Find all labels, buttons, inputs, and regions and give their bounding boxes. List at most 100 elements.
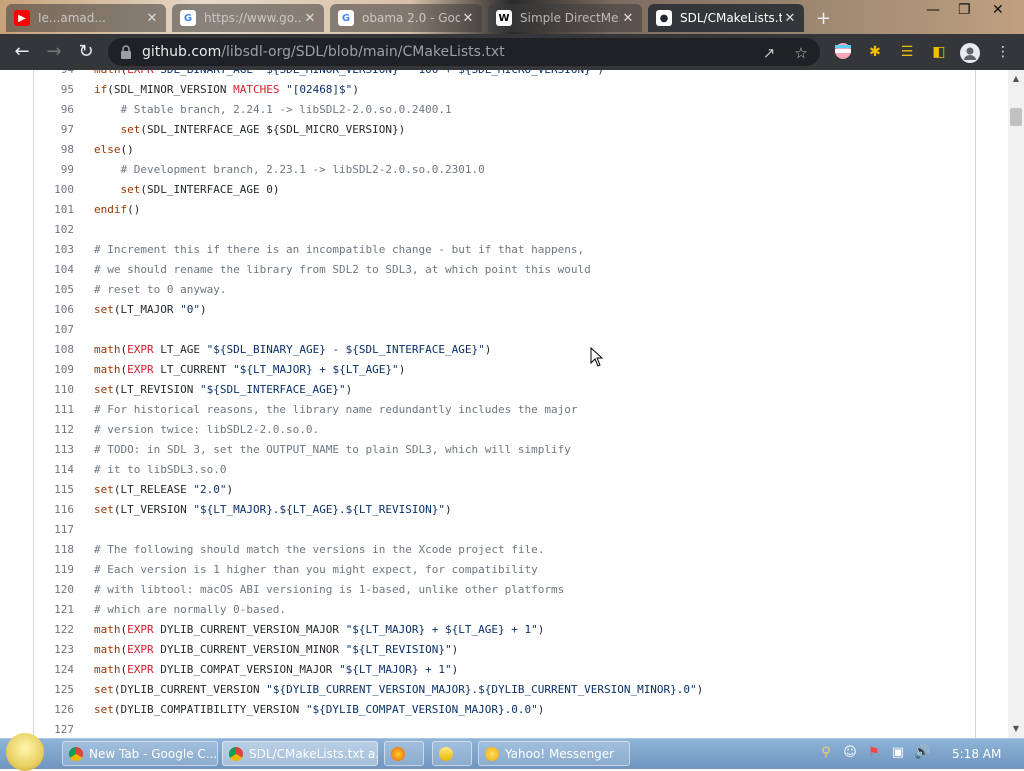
window-close-button[interactable]: ✕ [992,2,1004,18]
bookmark-star-icon[interactable]: ☆ [792,44,810,62]
taskbar-item-5[interactable]: Yahoo! Messenger [478,741,630,766]
smiley-tray-icon[interactable]: ☺ [842,745,858,761]
browser-tab-4[interactable]: W Simple DirectMe... ✕ [488,4,642,32]
share-icon[interactable]: ↗ [760,44,778,62]
google-icon: G [180,10,196,26]
reload-button[interactable]: ↻ [74,40,98,64]
line-number[interactable]: 100 [34,180,74,200]
line-number[interactable]: 126 [34,700,74,720]
line-number[interactable]: 123 [34,640,74,660]
network-icon[interactable]: ▣ [890,745,906,761]
line-number[interactable]: 118 [34,540,74,560]
line-number[interactable]: 104 [34,260,74,280]
code-line: 113 # TODO: in SDL 3, set the OUTPUT_NAME… [34,440,974,460]
code-line: 121 # which are normally 0-based. [34,600,974,620]
code-token: # TODO: in SDL 3, set the OUTPUT_NAME to… [94,443,571,456]
close-tab-icon[interactable]: ✕ [460,11,476,26]
chrome-icon [69,746,83,761]
taskbar-item-2[interactable]: SDL/CMakeLists.txt a... [222,741,378,766]
line-number[interactable]: 105 [34,280,74,300]
line-number[interactable]: 116 [34,500,74,520]
line-number[interactable]: 119 [34,560,74,580]
scroll-up-arrow[interactable]: ▲ [1008,74,1024,83]
restore-button[interactable]: ❐ [958,2,971,18]
line-number[interactable]: 99 [34,160,74,180]
line-number[interactable]: 111 [34,400,74,420]
line-number[interactable]: 110 [34,380,74,400]
line-number[interactable]: 122 [34,620,74,640]
code-token: set [94,383,114,396]
browser-tab-3[interactable]: Gobama 2.0 - Goo...✕ [330,4,482,32]
code-token: "${SDL_BINARY_AGE} - ${SDL_INTERFACE_AGE… [206,343,485,356]
network-error-icon[interactable]: ⚑ [866,745,882,761]
line-number[interactable]: 108 [34,340,74,360]
forward-button[interactable]: → [42,40,66,64]
line-number[interactable]: 114 [34,460,74,480]
back-button[interactable]: ← [10,40,34,64]
browser-tab-2[interactable]: Ghttps://www.go... ✕ [172,4,324,32]
close-tab-icon[interactable]: ✕ [144,11,160,26]
mouse-cursor [590,347,604,367]
line-number[interactable]: 127 [34,720,74,738]
code-text: math(EXPR DYLIB_CURRENT_VERSION_MINOR "$… [94,640,458,660]
taskbar-clock[interactable]: 5:18 AM [952,739,1001,769]
browser-tab-1[interactable]: ▶ Ie...amad... ✕ [6,4,166,32]
scroll-down-arrow[interactable]: ▼ [1008,724,1024,733]
start-button[interactable] [6,733,44,771]
volume-icon[interactable]: 🔊 [914,745,930,761]
line-number[interactable]: 107 [34,320,74,340]
code-line: 125 set(DYLIB_CURRENT_VERSION "${DYLIB_CU… [34,680,974,700]
line-number[interactable]: 97 [34,120,74,140]
line-number[interactable]: 109 [34,360,74,380]
line-number[interactable]: 103 [34,240,74,260]
code-token: MATCHES [233,83,280,96]
line-number[interactable]: 98 [34,140,74,160]
extension-flag-icon[interactable] [834,43,852,61]
code-line: 126 set(DYLIB_COMPATIBILITY_VERSION "${DY… [34,700,974,720]
close-tab-icon[interactable]: ✕ [302,11,318,26]
line-number[interactable]: 102 [34,220,74,240]
code-text: set(SDL_INTERFACE_AGE 0) [94,180,280,200]
line-number[interactable]: 125 [34,680,74,700]
address-bar[interactable]: github.com/libsdl-org/SDL/blob/main/CMak… [108,38,820,66]
code-text: set(LT_VERSION "${LT_MAJOR}.${LT_AGE}.${… [94,500,452,520]
code-text: # it to libSDL3.so.0 [94,460,226,480]
line-number[interactable]: 121 [34,600,74,620]
code-line: 127 [34,720,974,738]
line-number[interactable]: 95 [34,80,74,100]
close-tab-icon[interactable]: ✕ [620,11,636,26]
code-token: set [94,703,114,716]
line-number[interactable]: 106 [34,300,74,320]
taskbar-item-label: New Tab - Google C... [89,746,218,761]
vertical-scrollbar[interactable]: ▲ ▼ [1008,70,1024,738]
line-number[interactable]: 113 [34,440,74,460]
line-number[interactable]: 115 [34,480,74,500]
minimize-button[interactable]: — [926,2,940,18]
taskbar-item-1[interactable]: New Tab - Google C... [62,741,218,766]
line-number[interactable]: 101 [34,200,74,220]
taskbar-item-4[interactable] [432,741,472,766]
side-panel-icon[interactable]: ◧ [930,43,948,61]
line-number[interactable]: 94 [34,70,74,80]
close-tab-icon[interactable]: ✕ [782,11,798,26]
scrollbar-thumb[interactable] [1010,108,1022,126]
media-controls-icon[interactable]: ☰ [898,43,916,61]
code-text: set(LT_REVISION "${SDL_INTERFACE_AGE}") [94,380,352,400]
code-line: 99 # Development branch, 2.23.1 -> libSD… [34,160,974,180]
menu-kebab-icon[interactable]: ⋮ [994,43,1012,61]
code-token: ) [451,643,459,656]
taskbar-item-3[interactable] [384,741,424,766]
line-number[interactable]: 124 [34,660,74,680]
code-token: "${LT_MAJOR} + ${LT_AGE} + 1" [345,623,538,636]
code-line: 105 # reset to 0 anyway. [34,280,974,300]
new-tab-button[interactable]: + [816,8,831,29]
profile-avatar[interactable] [960,43,980,63]
line-number[interactable]: 96 [34,100,74,120]
extension-puzzle-icon[interactable]: ✱ [866,43,884,61]
search-tray-icon[interactable]: ⚲ [818,745,834,761]
browser-tab-5[interactable]: ● SDL/CMakeLists.t...✕ [648,4,804,32]
line-number[interactable]: 112 [34,420,74,440]
line-number[interactable]: 117 [34,520,74,540]
line-number[interactable]: 120 [34,580,74,600]
